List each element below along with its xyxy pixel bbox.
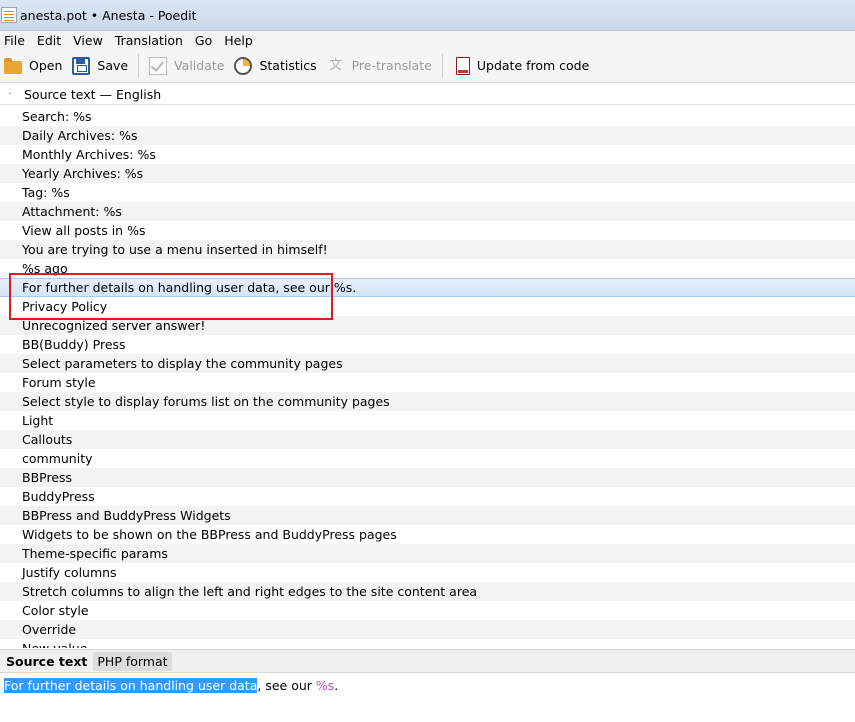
list-row[interactable]: Search: %s — [0, 107, 855, 126]
string-list[interactable]: Search: %s Daily Archives: %s Monthly Arch… — [0, 107, 855, 648]
menu-view[interactable]: View — [69, 33, 109, 48]
code-document-icon — [455, 56, 470, 75]
format-placeholder: %s — [315, 678, 335, 693]
list-row[interactable]: Theme-specific params — [0, 544, 855, 563]
source-text-preview[interactable]: For further details on handling user dat… — [0, 676, 855, 698]
list-row[interactable]: Yearly Archives: %s — [0, 164, 855, 183]
menu-file[interactable]: File — [0, 33, 31, 48]
list-row[interactable]: View all posts in %s — [0, 221, 855, 240]
open-label: Open — [29, 58, 63, 73]
open-button[interactable]: Open — [0, 52, 68, 80]
toolbar-separator — [138, 53, 140, 78]
update-label: Update from code — [476, 58, 590, 73]
source-text-header: Source text PHP format — [0, 649, 855, 673]
list-row[interactable]: %s ago — [0, 259, 855, 278]
toolbar-separator — [441, 53, 443, 78]
list-row[interactable]: New value — [0, 639, 855, 648]
list-row[interactable]: Privacy Policy — [0, 297, 855, 316]
save-label: Save — [97, 58, 129, 73]
list-row[interactable]: Override — [0, 620, 855, 639]
menu-edit[interactable]: Edit — [33, 33, 67, 48]
list-row[interactable]: You are trying to use a menu inserted in… — [0, 240, 855, 259]
window-title: anesta.pot • Anesta - Poedit — [20, 7, 197, 23]
selected-list-row[interactable]: For further details on handling user dat… — [0, 278, 855, 297]
list-row[interactable]: Justify columns — [0, 563, 855, 582]
validate-label: Validate — [174, 58, 225, 73]
preview-text: , see our — [257, 678, 316, 693]
list-row[interactable]: Callouts — [0, 430, 855, 449]
update-from-code-button[interactable]: Update from code — [449, 52, 595, 80]
selected-text: For further details on handling user dat… — [4, 678, 258, 693]
pie-chart-icon — [234, 56, 253, 75]
list-row[interactable]: Color style — [0, 601, 855, 620]
list-row[interactable]: Stretch columns to align the left and ri… — [0, 582, 855, 601]
php-format-badge: PHP format — [93, 651, 172, 671]
statistics-label: Statistics — [259, 58, 317, 73]
list-row[interactable]: Tag: %s — [0, 183, 855, 202]
title-bar: anesta.pot • Anesta - Poedit — [0, 0, 855, 31]
menu-bar: File Edit View Translation Go Help — [0, 31, 855, 49]
list-row[interactable]: Select parameters to display the communi… — [0, 354, 855, 373]
list-row[interactable]: Attachment: %s — [0, 202, 855, 221]
checkmark-icon — [149, 56, 168, 75]
document-list-icon — [1, 7, 17, 23]
source-text-label: Source text — [6, 653, 88, 669]
list-row[interactable]: Widgets to be shown on the BBPress and B… — [0, 525, 855, 544]
column-header-label: Source text — English — [24, 87, 162, 102]
floppy-disk-icon — [72, 56, 91, 75]
toolbar: Open Save Validate Statistics 文 Pre-tran… — [0, 49, 855, 83]
list-row[interactable]: Unrecognized server answer! — [0, 316, 855, 335]
preview-end: . — [334, 678, 339, 693]
validate-button[interactable]: Validate — [145, 52, 230, 80]
sort-marker: · — [8, 89, 12, 100]
pretranslate-button[interactable]: 文 Pre-translate — [323, 52, 438, 80]
pretranslate-label: Pre-translate — [351, 58, 432, 73]
list-row[interactable]: Daily Archives: %s — [0, 126, 855, 145]
list-row[interactable]: BBPress — [0, 468, 855, 487]
list-row[interactable]: Select style to display forums list on t… — [0, 392, 855, 411]
source-column-header[interactable]: · Source text — English — [0, 85, 855, 105]
save-button[interactable]: Save — [68, 52, 134, 80]
list-row[interactable]: BBPress and BuddyPress Widgets — [0, 506, 855, 525]
list-row[interactable]: BB(Buddy) Press — [0, 335, 855, 354]
menu-help[interactable]: Help — [220, 33, 259, 48]
list-row[interactable]: Light — [0, 411, 855, 430]
list-row[interactable]: community — [0, 449, 855, 468]
list-row[interactable]: Monthly Archives: %s — [0, 145, 855, 164]
folder-icon — [4, 57, 22, 74]
translate-icon: 文 — [329, 57, 343, 73]
menu-translation[interactable]: Translation — [111, 33, 189, 48]
menu-go[interactable]: Go — [191, 33, 218, 48]
list-row[interactable]: BuddyPress — [0, 487, 855, 506]
list-row[interactable]: Forum style — [0, 373, 855, 392]
statistics-button[interactable]: Statistics — [230, 52, 322, 80]
